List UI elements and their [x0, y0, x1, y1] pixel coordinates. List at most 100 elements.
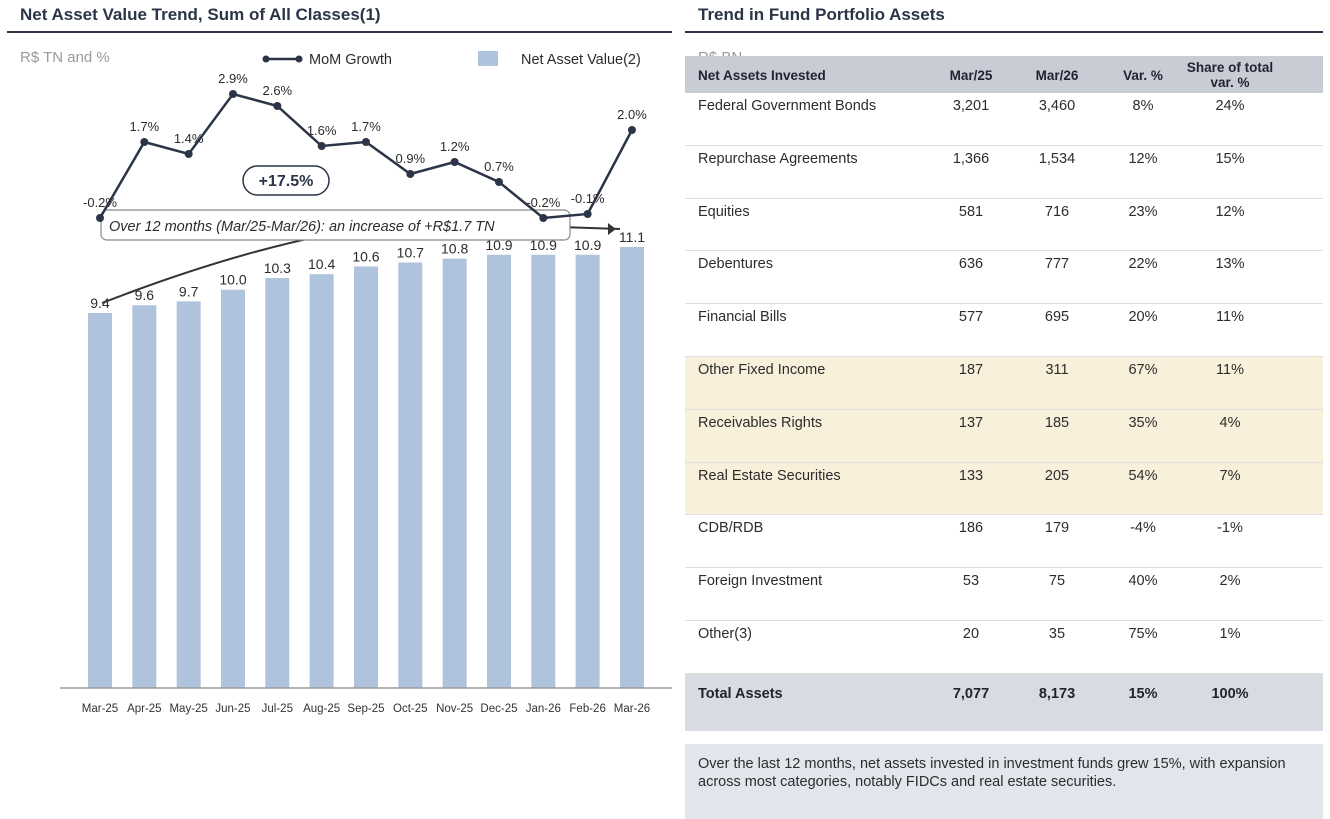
row-mar25: 53 — [962, 573, 980, 590]
row-share: 1% — [1219, 625, 1241, 642]
mom-growth-point — [228, 90, 237, 98]
x-tick-label: Aug-25 — [303, 703, 340, 715]
bar-aug-25 — [309, 274, 334, 688]
bar-value-label: 10.7 — [397, 245, 424, 261]
row-mar25: 581 — [958, 203, 984, 220]
row-mar26: 185 — [1044, 414, 1070, 431]
bar-apr-25 — [132, 305, 157, 688]
bar-dec-25 — [486, 254, 511, 688]
row-mar26: 35 — [1048, 625, 1066, 642]
row-mar26: 777 — [1044, 256, 1070, 273]
mom-growth-point — [184, 150, 193, 158]
row-mar26: 1,534 — [1038, 150, 1076, 167]
row-share: 24% — [1215, 98, 1245, 114]
row-var: 22% — [1128, 256, 1158, 273]
table-total-row: Total Assets 7,077 8,173 15% 100% — [685, 673, 1323, 731]
bar-jul-25 — [265, 278, 290, 688]
table-row: Equities 581 716 23% 12% — [685, 199, 1323, 252]
mom-growth-point — [539, 214, 548, 222]
x-tick-label: Jun-25 — [215, 703, 250, 715]
bar-nov-25 — [442, 258, 467, 688]
bar-mar-26 — [619, 247, 644, 688]
row-mar26: 75 — [1048, 573, 1066, 590]
row-mar25: 577 — [958, 309, 984, 326]
row-mar26: 3,460 — [1038, 98, 1076, 114]
table-row: Receivables Rights 137 185 35% 4% — [685, 409, 1323, 463]
mom-growth-point — [583, 210, 592, 218]
header-mar25: Mar/25 — [949, 68, 993, 83]
x-tick-label: Apr-25 — [127, 703, 162, 715]
table-row: Real Estate Securities 133 205 54% 7% — [685, 462, 1323, 516]
mom-growth-point — [96, 214, 104, 222]
x-tick-label: Jan-26 — [526, 703, 561, 715]
total-var: 15% — [1128, 685, 1158, 702]
mom-growth-label: -0.2% — [83, 195, 117, 210]
row-category: Receivables Rights — [698, 414, 823, 431]
bar-value-label: 10.3 — [264, 260, 291, 276]
table-body: Federal Government Bonds 3,201 3,460 8% 24% R… — [685, 93, 1323, 674]
bar-jan-26 — [531, 254, 556, 688]
mom-growth-label: 0.9% — [395, 151, 425, 166]
table-header-row: Net Assets Invested Mar/25 Mar/26 Var. %… — [685, 56, 1323, 93]
chart-title: Net Asset Value Trend, Sum of All Classe… — [20, 5, 381, 24]
header-category: Net Assets Invested — [698, 68, 826, 83]
total-label: Total Assets — [698, 685, 783, 702]
mom-growth-point — [140, 138, 149, 146]
legend-bar-swatch — [478, 51, 498, 66]
row-mar25: 636 — [958, 256, 984, 273]
row-mar26: 695 — [1044, 309, 1070, 326]
row-mar26: 205 — [1044, 467, 1070, 484]
row-mar25: 3,201 — [952, 98, 990, 114]
summary-note: Over the last 12 months, net assets inve… — [685, 744, 1323, 819]
x-tick-label: Dec-25 — [480, 703, 517, 715]
row-category: Foreign Investment — [698, 573, 823, 590]
table-row: CDB/RDB 186 179 -4% -1% — [685, 515, 1323, 569]
row-share: -1% — [1217, 520, 1243, 537]
bar-mar-25 — [88, 313, 112, 688]
mom-growth-point — [273, 102, 282, 110]
row-share: 15% — [1215, 150, 1245, 167]
row-var: 20% — [1128, 309, 1158, 326]
chart-title-rule — [7, 31, 672, 33]
legend-line-label: MoM Growth — [309, 52, 392, 68]
x-tick-label: Mar-26 — [614, 703, 650, 715]
row-mar25: 187 — [958, 361, 984, 378]
bar-may-25 — [176, 301, 201, 688]
row-var: 40% — [1128, 573, 1158, 590]
x-tick-label: Jul-25 — [262, 703, 293, 715]
total-share: 100% — [1211, 685, 1249, 702]
table-row: Debentures 636 777 22% 13% — [685, 251, 1323, 305]
x-tick-label: Sep-25 — [347, 703, 384, 715]
x-tick-label: Nov-25 — [436, 703, 473, 715]
row-share: 13% — [1215, 256, 1245, 273]
row-category: Financial Bills — [698, 309, 787, 326]
total-mar26: 8,173 — [1038, 685, 1076, 702]
bar-value-label: 9.7 — [179, 283, 199, 299]
nav-chart: 9.4 9.6 9.710.010.3 10.4 10.6 10.7 10.8 10.9 10.… — [60, 51, 672, 715]
row-mar25: 1,366 — [952, 150, 990, 167]
x-tick-label: Feb-26 — [569, 703, 605, 715]
row-var: 67% — [1128, 361, 1158, 378]
legend-bar-label: Net Asset Value(2) — [521, 52, 641, 68]
mom-growth-point — [627, 126, 636, 134]
x-tick-label: May-25 — [169, 703, 207, 715]
portfolio-assets-table: Net Assets Invested Mar/25 Mar/26 Var. %… — [685, 56, 1323, 731]
mom-growth-point — [450, 158, 459, 166]
row-share: 11% — [1216, 361, 1244, 378]
mom-growth-point — [317, 142, 326, 150]
annotation-text: Over 12 months (Mar/25-Mar/26): an incre… — [109, 219, 495, 235]
mom-growth-point — [361, 138, 370, 146]
mom-growth-point — [406, 170, 415, 178]
header-share: Share of total var. % — [1186, 60, 1274, 90]
bar-value-label: 9.4 — [90, 295, 110, 311]
table-row: Other Fixed Income 187 311 67% 11% — [685, 356, 1323, 410]
bar-value-label: 10.8 — [441, 241, 468, 257]
table-title-rule — [685, 31, 1323, 33]
row-category: Equities — [698, 203, 750, 220]
table-row: Foreign Investment 53 75 40% 2% — [685, 568, 1323, 621]
header-mar26: Mar/26 — [1035, 68, 1079, 83]
table-row: Other(3) 20 35 75% 1% — [685, 621, 1323, 674]
row-category: Real Estate Securities — [698, 467, 841, 484]
bar-value-label: 11.1 — [619, 229, 645, 245]
mom-growth-label: 2.0% — [617, 107, 647, 122]
